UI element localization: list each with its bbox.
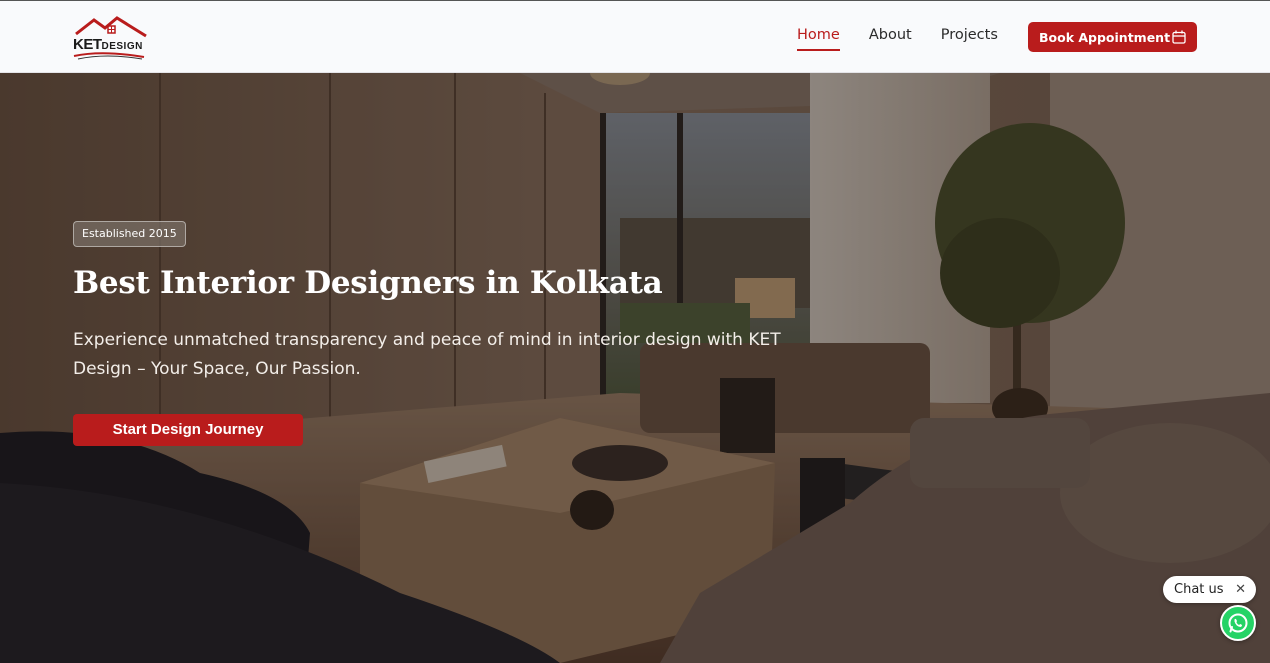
hero-title: Best Interior Designers in Kolkata	[73, 265, 663, 301]
calendar-icon	[1172, 30, 1186, 44]
site-header: KETDESIGN Home About Projects Book Appoi…	[0, 0, 1270, 73]
whatsapp-icon	[1228, 613, 1248, 633]
nav-projects[interactable]: Projects	[941, 25, 998, 51]
logo-text: KETDESIGN	[73, 36, 143, 53]
chat-us-label: Chat us	[1174, 582, 1224, 597]
nav-about[interactable]: About	[869, 25, 912, 51]
established-badge: Established 2015	[73, 221, 186, 247]
hero-subtitle: Experience unmatched transparency and pe…	[73, 330, 781, 379]
book-appointment-label: Book Appointment	[1039, 29, 1171, 45]
hero-section: Established 2015 Best Interior Designers…	[0, 73, 1270, 663]
main-nav: Home About Projects	[797, 25, 1027, 53]
logo[interactable]: KETDESIGN	[72, 16, 150, 60]
chat-us-bubble[interactable]: Chat us ✕	[1163, 576, 1256, 603]
nav-home[interactable]: Home	[797, 25, 840, 51]
start-design-journey-button[interactable]: Start Design Journey	[73, 414, 303, 446]
close-icon[interactable]: ✕	[1235, 576, 1246, 603]
whatsapp-button[interactable]	[1220, 605, 1256, 641]
book-appointment-button[interactable]: Book Appointment	[1028, 22, 1197, 52]
